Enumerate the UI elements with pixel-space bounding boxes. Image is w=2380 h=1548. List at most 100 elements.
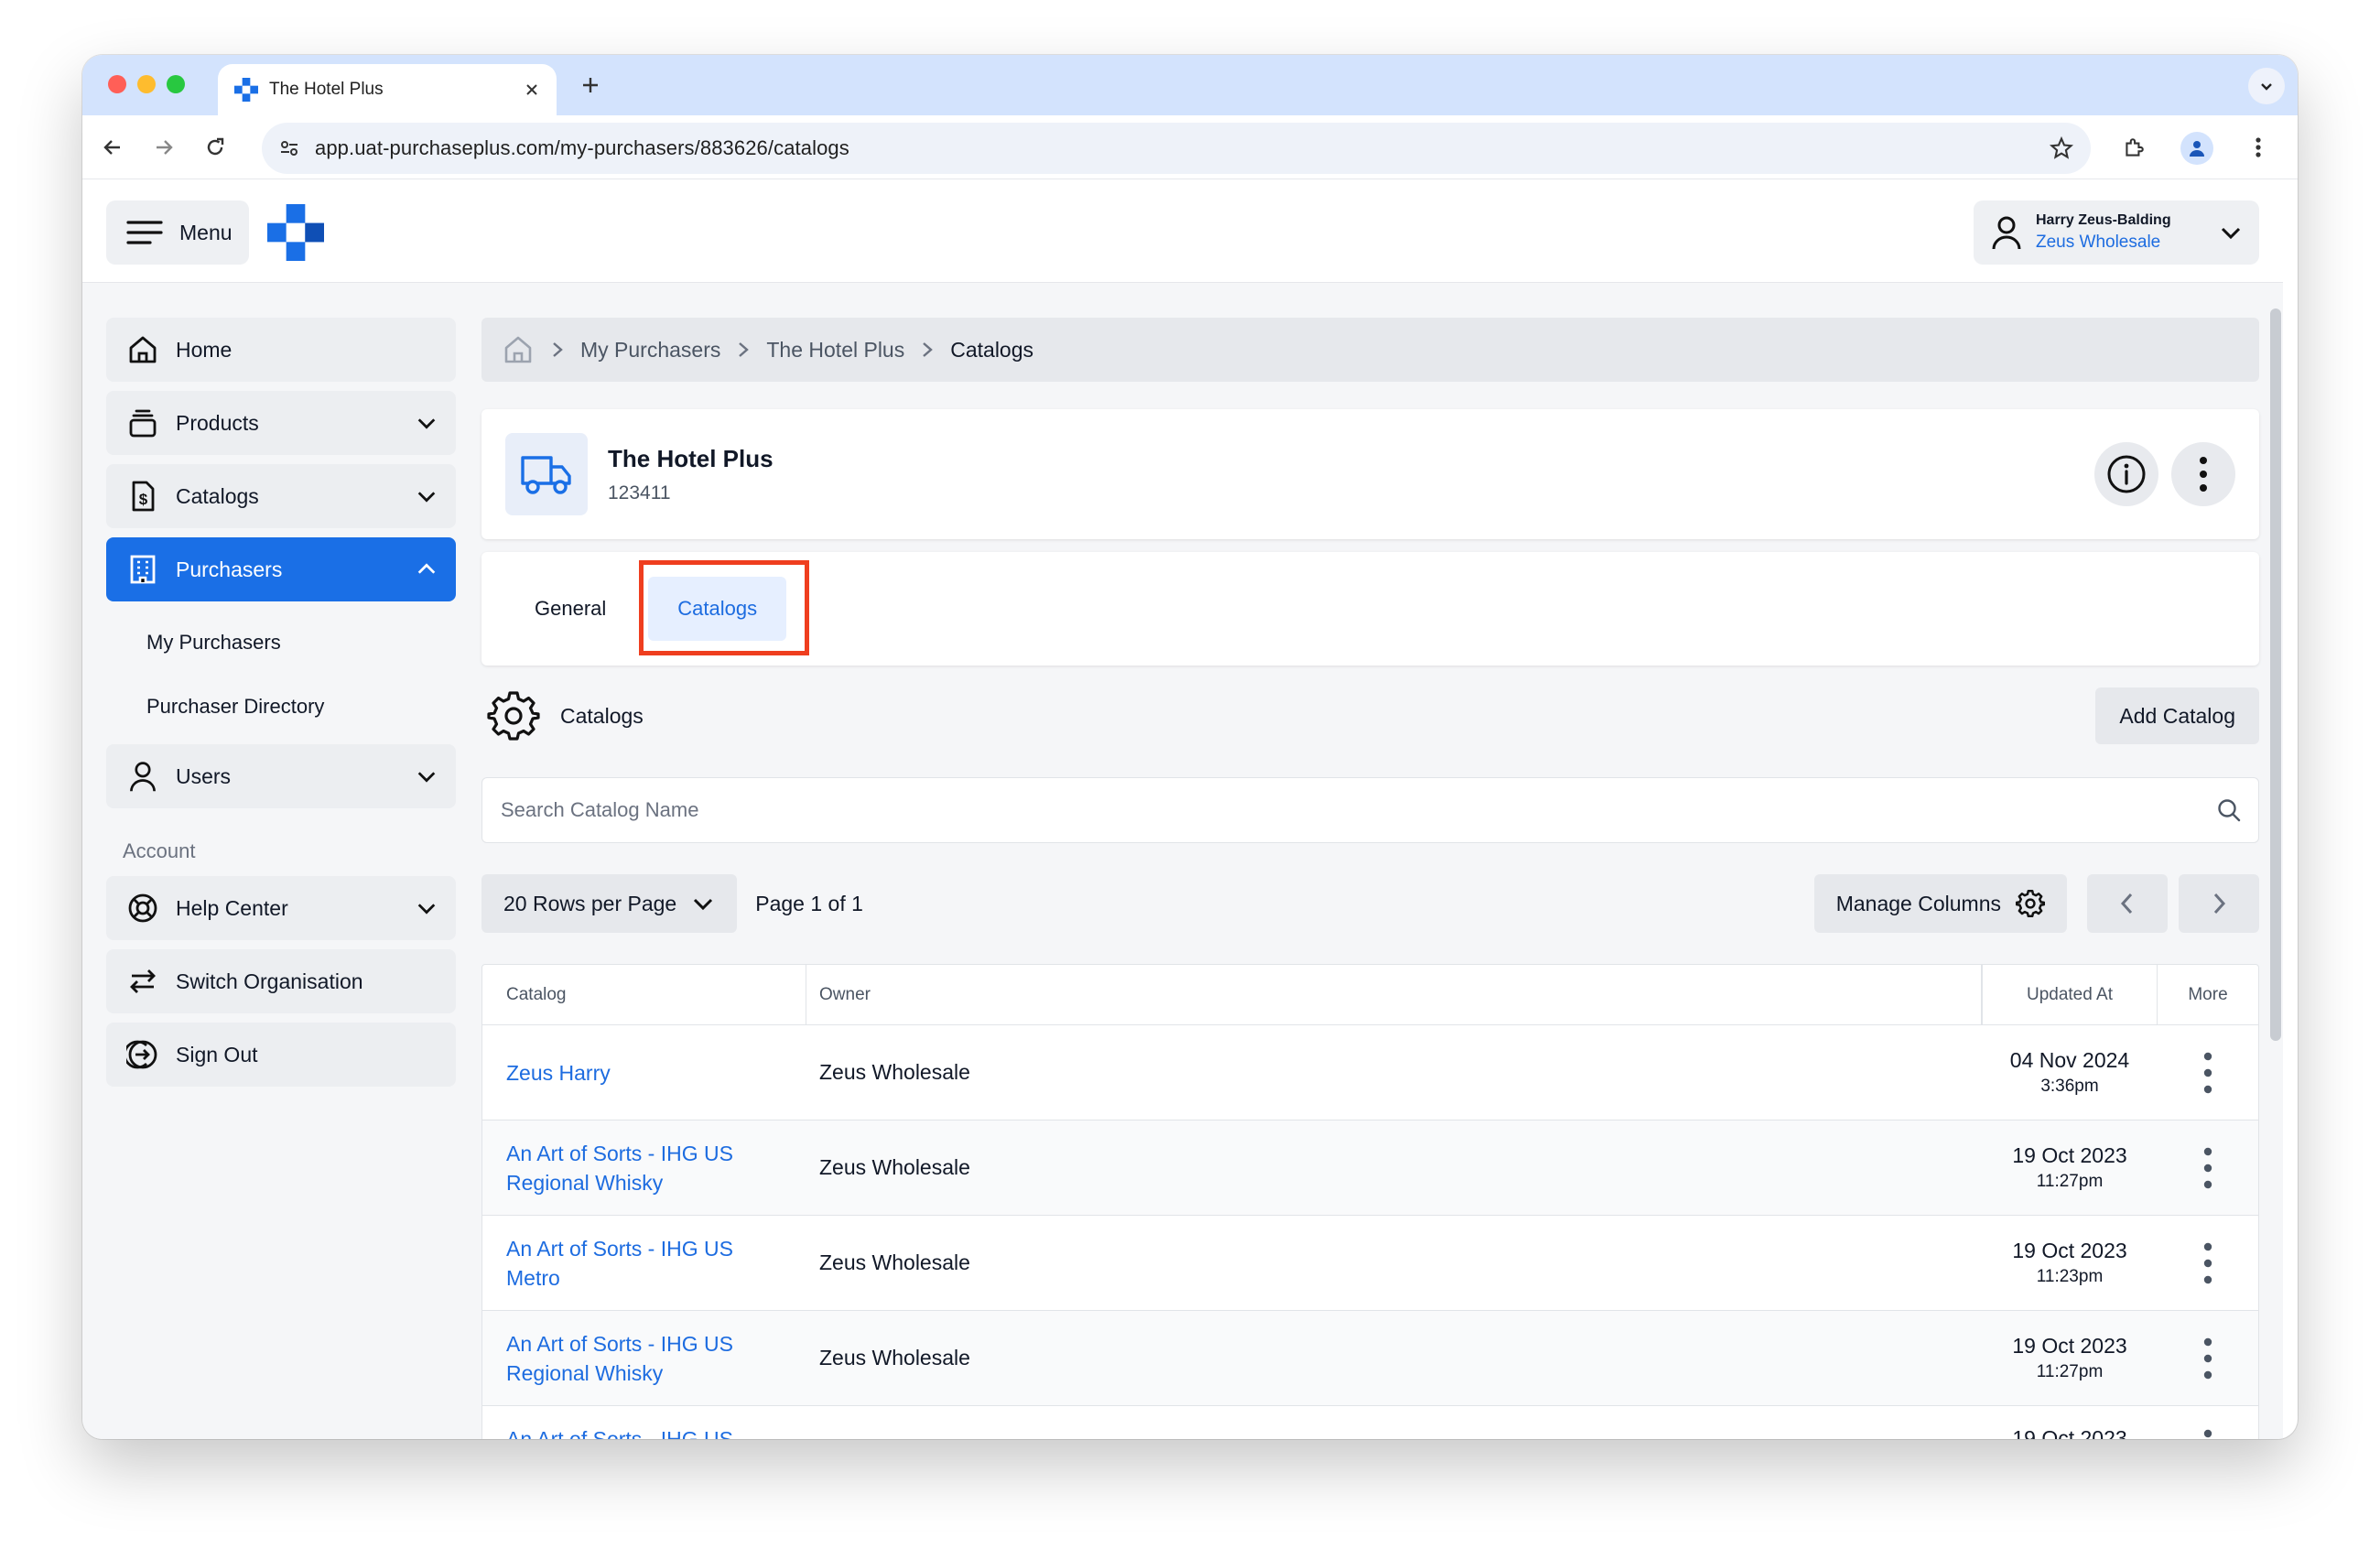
sidebar-subitem-my-purchasers[interactable]: My Purchasers bbox=[106, 611, 456, 675]
close-window-button[interactable] bbox=[108, 75, 126, 93]
sidebar-item-label: Users bbox=[176, 763, 232, 788]
minimize-window-button[interactable] bbox=[137, 75, 156, 93]
row-more-icon[interactable] bbox=[2158, 1406, 2258, 1439]
search-icon[interactable] bbox=[2216, 797, 2242, 823]
page-info: Page 1 of 1 bbox=[755, 891, 863, 915]
manage-columns-label: Manage Columns bbox=[1835, 891, 2001, 915]
chevron-left-icon bbox=[2120, 892, 2135, 915]
sidebar-item-catalogs[interactable]: $ Catalogs bbox=[106, 464, 456, 528]
info-button[interactable] bbox=[2094, 442, 2158, 506]
browser-toolbar: app.uat-purchaseplus.com/my-purchasers/8… bbox=[82, 115, 2298, 179]
owner-cell: Zeus Wholesale bbox=[819, 1155, 970, 1179]
column-header-owner[interactable]: Owner bbox=[806, 965, 1982, 1024]
sidebar-item-label: Products bbox=[176, 410, 259, 435]
sidebar: Home Products $ Catalogs Purchasers My P… bbox=[106, 318, 456, 1096]
row-more-icon[interactable] bbox=[2158, 1025, 2258, 1120]
profile-icon[interactable] bbox=[2180, 132, 2213, 165]
bookmark-star-icon[interactable] bbox=[2049, 135, 2074, 161]
chevron-down-icon bbox=[2219, 221, 2243, 244]
table-header-row: Catalog Owner Updated At More bbox=[482, 965, 2258, 1025]
forward-icon[interactable] bbox=[150, 134, 178, 161]
row-more-icon[interactable] bbox=[2158, 1120, 2258, 1215]
close-tab-icon[interactable] bbox=[524, 81, 540, 98]
url-text[interactable]: app.uat-purchaseplus.com/my-purchasers/8… bbox=[315, 136, 2049, 160]
sidebar-item-home[interactable]: Home bbox=[106, 318, 456, 382]
column-header-catalog[interactable]: Catalog bbox=[482, 965, 806, 1024]
owner-cell: Zeus Wholesale bbox=[819, 1250, 970, 1274]
row-more-icon[interactable] bbox=[2158, 1311, 2258, 1405]
sidebar-item-label: Help Center bbox=[176, 895, 288, 920]
tab-title: The Hotel Plus bbox=[269, 80, 384, 99]
sidebar-item-help-center[interactable]: Help Center bbox=[106, 876, 456, 940]
gear-icon bbox=[487, 689, 540, 742]
owner-cell: Zeus Wholesale bbox=[819, 1346, 970, 1369]
sidebar-item-users[interactable]: Users bbox=[106, 744, 456, 808]
address-bar[interactable]: app.uat-purchaseplus.com/my-purchasers/8… bbox=[262, 123, 2091, 174]
page-scrollbar[interactable] bbox=[2270, 309, 2281, 1041]
manage-columns-button[interactable]: Manage Columns bbox=[1813, 874, 2067, 933]
site-settings-icon[interactable] bbox=[278, 137, 300, 159]
menu-label: Menu bbox=[179, 220, 233, 244]
column-header-more: More bbox=[2188, 984, 2228, 1004]
browser-menu-icon[interactable] bbox=[2245, 134, 2272, 161]
extensions-icon[interactable] bbox=[2119, 134, 2148, 163]
account-heading: Account bbox=[123, 839, 196, 862]
previous-page-button[interactable] bbox=[2087, 874, 2168, 933]
new-tab-icon[interactable] bbox=[577, 71, 604, 99]
browser-tab[interactable]: The Hotel Plus bbox=[218, 64, 557, 115]
chevron-right-icon bbox=[737, 341, 750, 359]
sidebar-item-label: Catalogs bbox=[176, 483, 259, 508]
sidebar-item-products[interactable]: Products bbox=[106, 391, 456, 455]
sidebar-item-switch-organisation[interactable]: Switch Organisation bbox=[106, 949, 456, 1013]
updated-time: 11:27pm bbox=[2036, 1362, 2104, 1381]
pagination-bar: 20 Rows per Page Page 1 of 1 Manage Colu… bbox=[481, 874, 2259, 933]
lifebuoy-icon bbox=[126, 892, 159, 925]
breadcrumb-the-hotel-plus[interactable]: The Hotel Plus bbox=[766, 338, 904, 363]
favicon-icon bbox=[234, 78, 258, 102]
chevron-down-icon bbox=[691, 892, 715, 915]
tab-search-icon[interactable] bbox=[2248, 68, 2285, 104]
sidebar-item-sign-out[interactable]: Sign Out bbox=[106, 1023, 456, 1087]
reload-icon[interactable] bbox=[201, 134, 229, 161]
catalog-link[interactable]: An Art of Sorts - IHG US bbox=[506, 1424, 733, 1439]
catalogs-table: Catalog Owner Updated At More Zeus Harry… bbox=[481, 964, 2259, 1439]
breadcrumb: My Purchasers The Hotel Plus Catalogs bbox=[481, 318, 2259, 382]
purchaser-header-card: The Hotel Plus 123411 bbox=[481, 409, 2259, 539]
user-icon bbox=[126, 760, 159, 793]
catalog-link[interactable]: Zeus Harry bbox=[506, 1058, 611, 1088]
chevron-down-icon bbox=[416, 897, 438, 919]
more-options-button[interactable] bbox=[2171, 442, 2235, 506]
catalog-link[interactable]: An Art of Sorts - IHG US Regional Whisky bbox=[506, 1329, 752, 1388]
more-vertical-icon bbox=[2199, 455, 2208, 493]
search-input[interactable] bbox=[501, 798, 2216, 822]
gear-icon bbox=[2016, 889, 2045, 918]
table-row: An Art of Sorts - IHG US Regional Whisky… bbox=[482, 1311, 2258, 1406]
catalog-link[interactable]: An Art of Sorts - IHG US Metro bbox=[506, 1234, 752, 1293]
chevron-down-icon bbox=[416, 765, 438, 787]
back-icon[interactable] bbox=[99, 134, 126, 161]
catalog-link[interactable]: An Art of Sorts - IHG US Regional Whisky bbox=[506, 1139, 752, 1197]
highlight-box bbox=[639, 560, 809, 655]
sidebar-item-purchasers[interactable]: Purchasers bbox=[106, 537, 456, 601]
add-catalog-button[interactable]: Add Catalog bbox=[2095, 687, 2259, 744]
tabs-card: General Catalogs bbox=[481, 552, 2259, 666]
home-icon bbox=[126, 333, 159, 366]
table-row: Zeus Harry Zeus Wholesale 04 Nov 2024 3:3… bbox=[482, 1025, 2258, 1120]
chevron-right-icon bbox=[2212, 892, 2226, 915]
purchaseplus-logo-icon[interactable] bbox=[267, 204, 324, 261]
menu-button[interactable]: Menu bbox=[106, 200, 249, 265]
next-page-button[interactable] bbox=[2179, 874, 2259, 933]
home-icon[interactable] bbox=[502, 333, 535, 366]
rows-per-page-select[interactable]: 20 Rows per Page bbox=[481, 874, 738, 933]
column-header-updated-at[interactable]: Updated At bbox=[1982, 965, 2158, 1024]
user-menu-button[interactable]: Harry Zeus-Balding Zeus Wholesale bbox=[1974, 200, 2259, 265]
sidebar-item-label: Sign Out bbox=[176, 1042, 258, 1066]
sidebar-subitem-purchaser-directory[interactable]: Purchaser Directory bbox=[106, 675, 456, 739]
row-more-icon[interactable] bbox=[2158, 1216, 2258, 1310]
breadcrumb-my-purchasers[interactable]: My Purchasers bbox=[580, 338, 720, 363]
switch-arrows-icon bbox=[126, 965, 159, 998]
zoom-window-button[interactable] bbox=[167, 75, 185, 93]
updated-date: 19 Oct 2023 bbox=[2012, 1239, 2127, 1262]
products-icon bbox=[126, 406, 159, 439]
tab-general[interactable]: General bbox=[505, 577, 635, 641]
